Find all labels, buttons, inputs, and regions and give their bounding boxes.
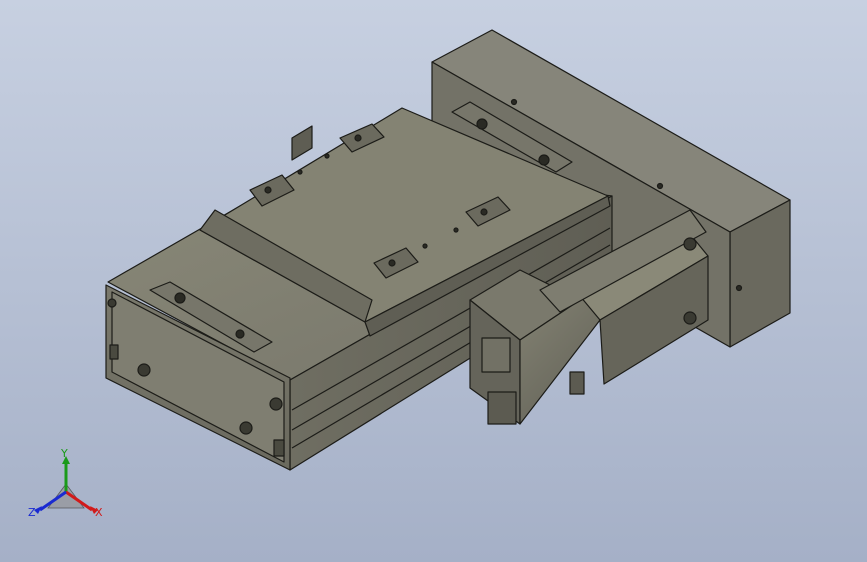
graphics-viewport[interactable]: Y X Z: [0, 0, 867, 562]
side-bracket: [291, 125, 313, 161]
orientation-triad: Y X Z: [28, 448, 103, 519]
x-axis-label: X: [95, 506, 103, 519]
linear-actuator-model[interactable]: [0, 0, 867, 562]
y-axis-label: Y: [60, 448, 68, 460]
z-axis-label: Z: [28, 506, 36, 519]
